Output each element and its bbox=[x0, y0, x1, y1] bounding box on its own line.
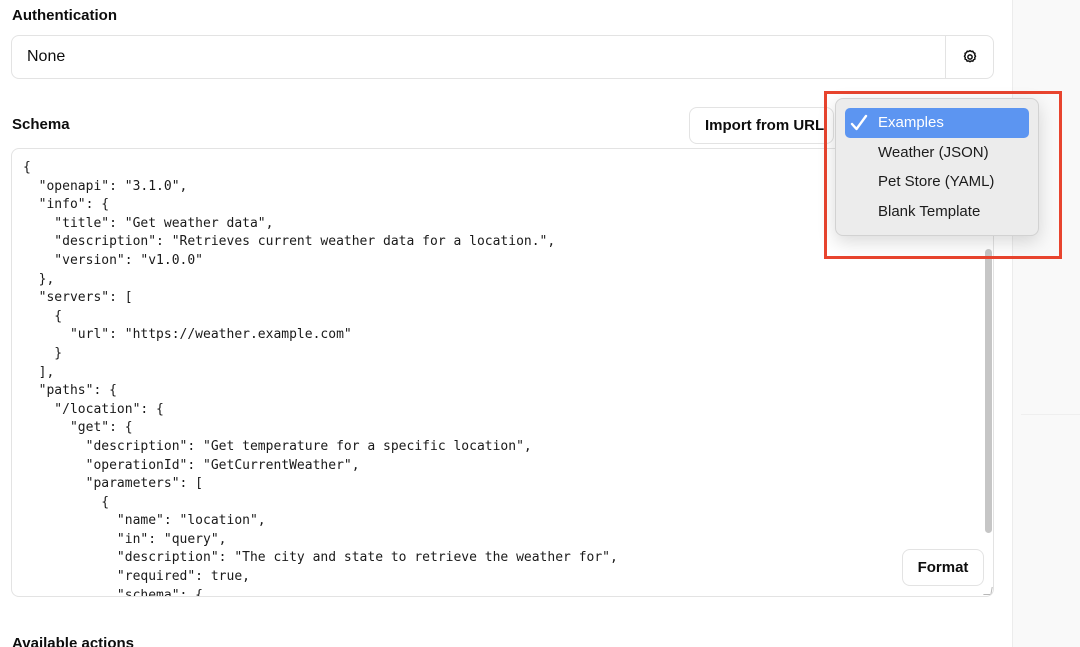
code-line: "description": "Get temperature for a sp… bbox=[23, 438, 532, 454]
code-line: } bbox=[23, 345, 63, 361]
editor-scrollbar[interactable] bbox=[985, 249, 992, 533]
code-line: { bbox=[23, 308, 63, 324]
code-line: "description": "The city and state to re… bbox=[23, 550, 618, 566]
menu-item-label: Weather (JSON) bbox=[878, 143, 989, 161]
authentication-settings-button[interactable] bbox=[945, 36, 993, 78]
code-line: "parameters": [ bbox=[23, 476, 204, 492]
examples-dropdown-menu[interactable]: Examples Weather (JSON) Pet Store (YAML)… bbox=[835, 98, 1039, 236]
authentication-select[interactable]: None bbox=[11, 35, 994, 79]
code-line: "version": "v1.0.0" bbox=[23, 252, 204, 268]
code-line: "required": true, bbox=[23, 569, 250, 585]
code-line: }, bbox=[23, 271, 55, 287]
schema-label: Schema bbox=[12, 116, 70, 133]
menu-item-examples[interactable]: Examples bbox=[845, 108, 1029, 138]
side-panel-divider bbox=[1021, 414, 1080, 415]
code-line: "servers": [ bbox=[23, 290, 133, 306]
resize-handle-icon[interactable] bbox=[983, 587, 993, 595]
menu-item-label: Examples bbox=[878, 114, 944, 132]
menu-item-blank-template[interactable]: Blank Template bbox=[845, 197, 1029, 227]
code-line: "paths": { bbox=[23, 383, 117, 399]
code-line: "/location": { bbox=[23, 401, 164, 417]
code-line: "name": "location", bbox=[23, 513, 266, 529]
code-line: "get": { bbox=[23, 420, 133, 436]
code-line: "info": { bbox=[23, 197, 110, 213]
code-line: "schema": { bbox=[23, 587, 204, 597]
code-line: { bbox=[23, 494, 110, 510]
menu-item-label: Pet Store (YAML) bbox=[878, 173, 995, 191]
code-line: { bbox=[23, 160, 31, 175]
code-line: ], bbox=[23, 364, 55, 380]
code-line: "title": "Get weather data", bbox=[23, 215, 274, 231]
menu-item-label: Blank Template bbox=[878, 203, 981, 221]
schema-code[interactable]: { "openapi": "3.1.0", "info": { "title":… bbox=[23, 159, 618, 597]
authentication-label: Authentication bbox=[12, 7, 117, 24]
authentication-value: None bbox=[27, 48, 66, 65]
code-line: "description": "Retrieves current weathe… bbox=[23, 234, 556, 250]
code-line: "in": "query", bbox=[23, 531, 227, 547]
format-button[interactable]: Format bbox=[902, 549, 984, 586]
code-line: "url": "https://weather.example.com" bbox=[23, 327, 352, 343]
checkmark-icon bbox=[850, 114, 868, 131]
gear-icon bbox=[963, 49, 976, 63]
available-actions-label: Available actions bbox=[12, 635, 134, 647]
menu-item-weather-json[interactable]: Weather (JSON) bbox=[845, 138, 1029, 168]
code-line: "openapi": "3.1.0", bbox=[23, 178, 188, 194]
import-from-url-button[interactable]: Import from URL bbox=[689, 107, 834, 144]
menu-item-pet-store-yaml[interactable]: Pet Store (YAML) bbox=[845, 167, 1029, 197]
code-line: "operationId": "GetCurrentWeather", bbox=[23, 457, 360, 473]
